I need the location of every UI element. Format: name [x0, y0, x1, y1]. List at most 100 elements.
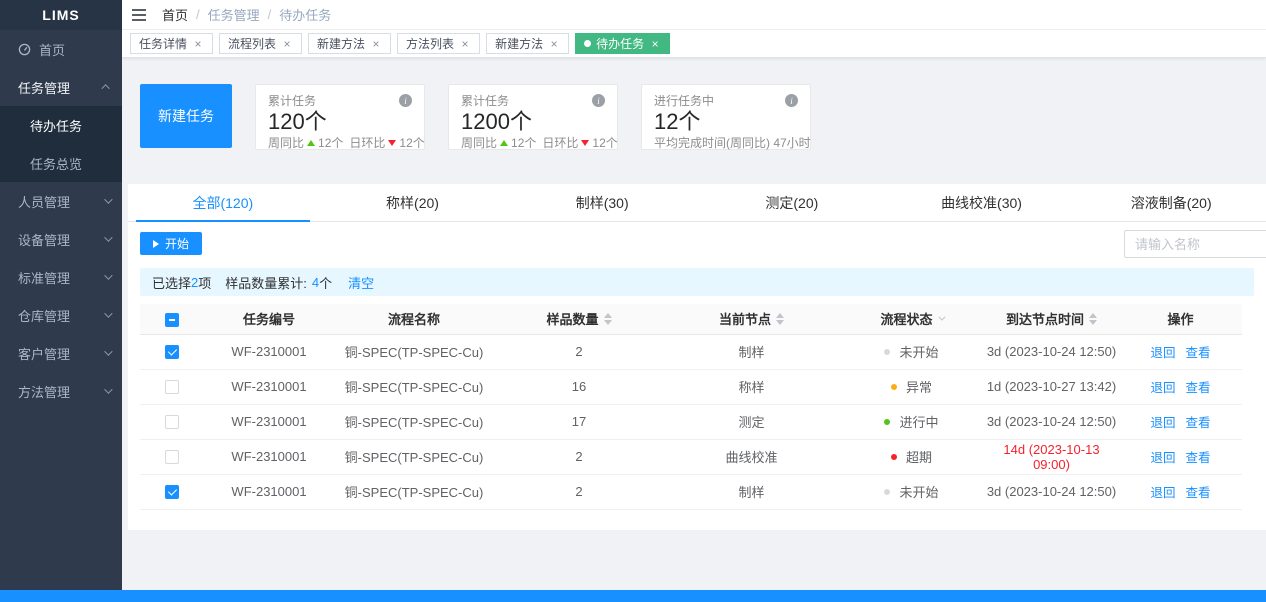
- sidebar-item-label: 任务管理: [18, 78, 70, 97]
- sidebar-item-task-management[interactable]: 任务管理: [0, 68, 122, 106]
- select-all-checkbox[interactable]: [165, 313, 179, 327]
- view-link[interactable]: 查看: [1186, 416, 1211, 430]
- col-current-node[interactable]: 当前节点: [664, 304, 839, 334]
- sidebar-item-personnel-management[interactable]: 人员管理: [0, 182, 122, 220]
- status-text: 未开始: [899, 482, 938, 501]
- sidebar-item-label: 客户管理: [18, 344, 70, 363]
- return-link[interactable]: 退回: [1150, 346, 1175, 360]
- view-link[interactable]: 查看: [1186, 451, 1211, 465]
- row-checkbox[interactable]: [165, 485, 179, 499]
- tag-flow-list[interactable]: 流程列表 ×: [219, 33, 302, 54]
- close-icon[interactable]: ×: [370, 37, 382, 51]
- close-icon[interactable]: ×: [548, 37, 560, 51]
- dashboard-icon: [18, 43, 31, 56]
- tab-all[interactable]: 全部(120): [128, 184, 318, 221]
- selected-suffix: 项: [198, 273, 211, 292]
- info-icon[interactable]: i: [592, 94, 605, 107]
- task-panel: 全部(120) 称样(20) 制样(30) 测定(20) 曲线校准(30) 溶液…: [128, 184, 1266, 530]
- sort-icon[interactable]: [776, 313, 784, 325]
- card-value: 12个: [654, 109, 798, 134]
- col-arrival-time[interactable]: 到达节点时间: [984, 304, 1119, 334]
- table-row: WF-2310001 铜-SPEC(TP-SPEC-Cu) 17 测定 进行中 …: [140, 404, 1242, 439]
- row-checkbox[interactable]: [165, 450, 179, 464]
- sidebar-item-method-management[interactable]: 方法管理: [0, 372, 122, 410]
- card-value: 120个: [268, 109, 412, 134]
- return-link[interactable]: 退回: [1150, 381, 1175, 395]
- col-flow-status[interactable]: 流程状态: [839, 304, 984, 334]
- status-dot: [884, 349, 890, 355]
- close-icon[interactable]: ×: [192, 37, 204, 51]
- sidebar-item-home[interactable]: 首页: [0, 30, 122, 68]
- tab-solution-prep[interactable]: 溶液制备(20): [1076, 184, 1266, 221]
- return-link[interactable]: 退回: [1150, 451, 1175, 465]
- col-sample-qty[interactable]: 样品数量: [494, 304, 664, 334]
- clear-selection-link[interactable]: 清空: [348, 273, 374, 292]
- close-icon[interactable]: ×: [649, 37, 661, 51]
- task-table: 任务编号 流程名称 样品数量 当前节点 流程状态 到: [140, 304, 1242, 510]
- chevron-down-icon: [104, 271, 112, 279]
- info-icon[interactable]: i: [785, 94, 798, 107]
- selected-count: 2: [191, 275, 198, 290]
- arrival-time: 14d (2023-10-13 09:00): [1003, 442, 1099, 472]
- return-link[interactable]: 退回: [1150, 486, 1175, 500]
- col-label: 样品数量: [546, 309, 598, 328]
- sample-qty: 16: [494, 369, 664, 404]
- search-input[interactable]: [1124, 230, 1266, 258]
- flow-name: 铜-SPEC(TP-SPEC-Cu): [334, 369, 494, 404]
- task-no: WF-2310001: [204, 334, 334, 369]
- arrival-time: 3d (2023-10-24 12:50): [987, 344, 1116, 359]
- sidebar-item-customer-management[interactable]: 客户管理: [0, 334, 122, 372]
- new-task-button[interactable]: 新建任务: [140, 84, 232, 148]
- start-button[interactable]: 开始: [140, 232, 202, 255]
- row-checkbox[interactable]: [165, 415, 179, 429]
- sidebar-item-equipment-management[interactable]: 设备管理: [0, 220, 122, 258]
- card-title: 进行任务中: [654, 92, 714, 109]
- main-area: 首页 / 任务管理 / 待办任务 任务详情 × 流程列表 × 新建方法 × 方法…: [122, 0, 1266, 590]
- view-link[interactable]: 查看: [1186, 486, 1211, 500]
- filter-icon[interactable]: [938, 314, 945, 321]
- day-ratio-label: 日环比: [542, 134, 578, 151]
- sidebar-item-warehouse-management[interactable]: 仓库管理: [0, 296, 122, 334]
- week-ratio-label: 周同比: [268, 134, 304, 151]
- view-link[interactable]: 查看: [1186, 381, 1211, 395]
- sidebar-collapse-icon[interactable]: [132, 9, 146, 21]
- sample-total-count: 4: [312, 275, 319, 290]
- close-icon[interactable]: ×: [459, 37, 471, 51]
- status-text: 异常: [906, 377, 932, 396]
- bottom-scrollbar[interactable]: [0, 590, 1266, 602]
- tags-bar: 任务详情 × 流程列表 × 新建方法 × 方法列表 × 新建方法 × 待办任务 …: [122, 30, 1266, 58]
- tag-new-method-1[interactable]: 新建方法 ×: [308, 33, 391, 54]
- sidebar-item-label: 仓库管理: [18, 306, 70, 325]
- status-text: 超期: [906, 447, 932, 466]
- tab-weighing[interactable]: 称样(20): [318, 184, 508, 221]
- sort-icon[interactable]: [604, 313, 612, 325]
- view-link[interactable]: 查看: [1186, 346, 1211, 360]
- tag-label: 待办任务: [596, 35, 644, 52]
- sample-total-label: 样品数量累计:: [225, 273, 307, 292]
- row-checkbox[interactable]: [165, 380, 179, 394]
- breadcrumb-separator: /: [268, 7, 272, 22]
- row-checkbox[interactable]: [165, 345, 179, 359]
- return-link[interactable]: 退回: [1150, 416, 1175, 430]
- navbar: 首页 / 任务管理 / 待办任务: [122, 0, 1266, 30]
- breadcrumb-separator: /: [196, 7, 200, 22]
- sidebar-item-standard-management[interactable]: 标准管理: [0, 258, 122, 296]
- stat-card-total-tasks-2: 累计任务 i 1200个 周同比 12个 日环比 12个: [448, 84, 618, 150]
- sidebar-item-todo-tasks[interactable]: 待办任务: [0, 106, 122, 144]
- status-dot: [891, 384, 897, 390]
- tag-todo-tasks[interactable]: 待办任务 ×: [575, 33, 670, 54]
- sidebar-item-task-overview[interactable]: 任务总览: [0, 144, 122, 182]
- tab-curve-calibration[interactable]: 曲线校准(30): [887, 184, 1077, 221]
- week-ratio-value: 12个: [318, 134, 343, 151]
- info-icon[interactable]: i: [399, 94, 412, 107]
- breadcrumb-home[interactable]: 首页: [162, 5, 188, 24]
- current-node: 曲线校准: [664, 439, 839, 474]
- tab-sample-prep[interactable]: 制样(30): [507, 184, 697, 221]
- sort-icon[interactable]: [1089, 313, 1097, 325]
- tab-measurement[interactable]: 测定(20): [697, 184, 887, 221]
- close-icon[interactable]: ×: [281, 37, 293, 51]
- sample-total-unit: 个: [319, 273, 332, 292]
- tag-method-list[interactable]: 方法列表 ×: [397, 33, 480, 54]
- tag-task-detail[interactable]: 任务详情 ×: [130, 33, 213, 54]
- tag-new-method-2[interactable]: 新建方法 ×: [486, 33, 569, 54]
